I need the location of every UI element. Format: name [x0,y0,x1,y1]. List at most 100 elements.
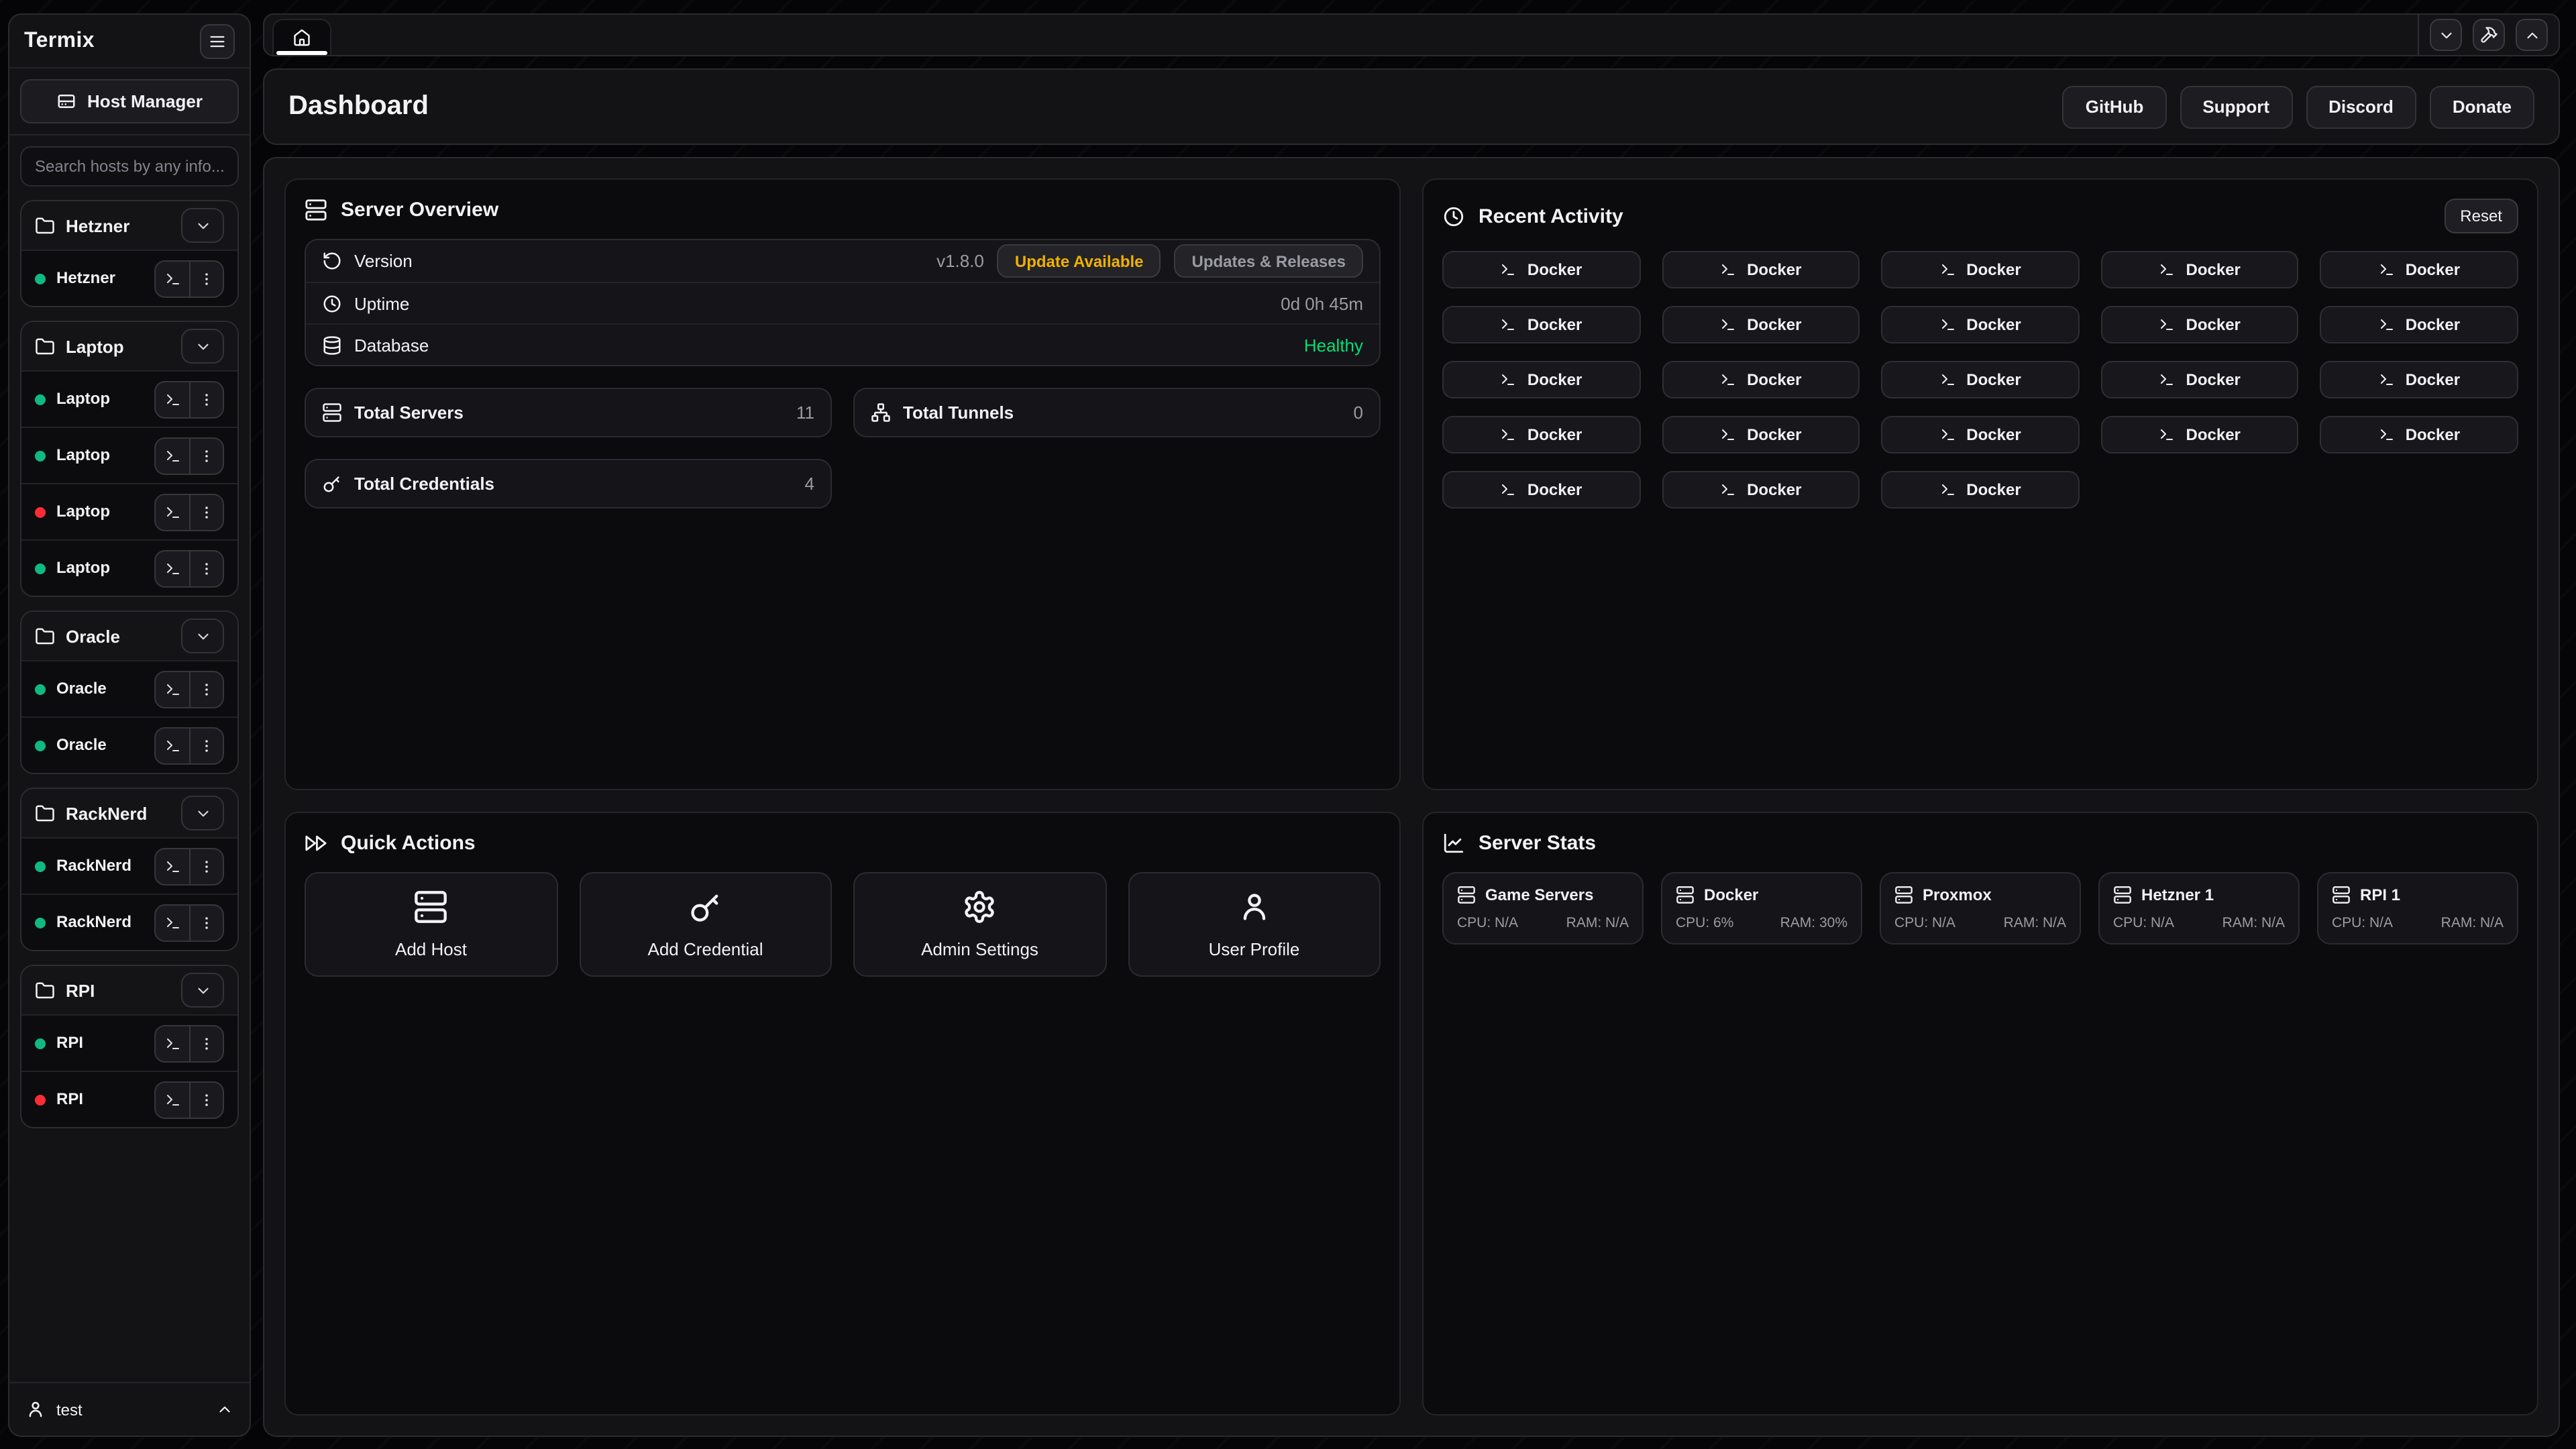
sidebar-menu-button[interactable] [200,23,235,58]
activity-item-button[interactable]: Docker [1662,251,1860,288]
folder-header[interactable]: Laptop [21,322,237,370]
donate-button[interactable]: Donate [2430,85,2534,128]
updates-releases-button[interactable]: Updates & Releases [1175,244,1363,278]
discord-button[interactable]: Discord [2306,85,2416,128]
host-menu-button[interactable] [189,849,223,883]
add-host-button[interactable]: Add Host [305,872,557,977]
uptime-row: Uptime 0d 0h 45m [306,282,1379,323]
quick-actions-grid: Add Host Add Credential Admin Settings U… [305,872,1381,977]
folder-collapse-button[interactable] [181,208,224,243]
terminal-icon [164,914,180,930]
total-tunnels-label: Total Tunnels [903,402,1342,423]
folder-header[interactable]: Oracle [21,612,237,660]
tab-home[interactable] [272,19,331,55]
terminal-icon [164,560,180,576]
activity-item-button[interactable]: Docker [1442,251,1640,288]
folder-collapse-button[interactable] [181,329,224,364]
chevron-down-icon [194,337,211,355]
activity-item-button[interactable]: Docker [2320,306,2518,343]
activity-item-button[interactable]: Docker [2101,306,2299,343]
host-terminal-button[interactable] [156,728,189,763]
user-profile-button[interactable]: User Profile [1128,872,1381,977]
terminal-icon [164,270,180,286]
host-row[interactable]: Laptop [21,427,237,483]
host-menu-button[interactable] [189,382,223,417]
server-stat-tile: Docker CPU: 6% RAM: 30% [1661,872,1862,945]
host-terminal-button[interactable] [156,1082,189,1117]
host-terminal-button[interactable] [156,261,189,296]
host-row[interactable]: RPI [21,1014,237,1071]
database-status: Healthy [1304,335,1363,355]
host-terminal-button[interactable] [156,1026,189,1061]
activity-item-button[interactable]: Docker [2101,416,2299,453]
tools-button[interactable] [2473,19,2505,51]
host-manager-button[interactable]: Host Manager [20,79,239,123]
host-menu-button[interactable] [189,1082,223,1117]
host-row[interactable]: Laptop [21,370,237,427]
host-terminal-button[interactable] [156,905,189,940]
add-credential-button[interactable]: Add Credential [579,872,832,977]
activity-item-button[interactable]: Docker [1662,471,1860,508]
tab-scroll-down-button[interactable] [2430,19,2462,51]
activity-item-button[interactable]: Docker [1662,416,1860,453]
host-menu-button[interactable] [189,551,223,586]
activity-item-button[interactable]: Docker [2320,251,2518,288]
host-row[interactable]: RackNerd [21,894,237,950]
host-search-input[interactable] [20,146,239,186]
activity-item-button[interactable]: Docker [1442,306,1640,343]
activity-item-button[interactable]: Docker [1662,306,1860,343]
host-terminal-button[interactable] [156,551,189,586]
server-stat-tile: Game Servers CPU: N/A RAM: N/A [1442,872,1644,945]
activity-item-button[interactable]: Docker [2101,251,2299,288]
host-row[interactable]: RackNerd [21,837,237,894]
folder-collapse-button[interactable] [181,619,224,653]
terminal-icon [2379,372,2395,388]
host-row[interactable]: Oracle [21,716,237,773]
host-row[interactable]: Laptop [21,483,237,539]
host-menu-button[interactable] [189,438,223,473]
host-terminal-button[interactable] [156,672,189,706]
activity-item-button[interactable]: Docker [1881,361,2079,398]
terminal-icon [1501,482,1517,498]
activity-item-button[interactable]: Docker [1881,416,2079,453]
host-terminal-button[interactable] [156,494,189,529]
activity-item-button[interactable]: Docker [1881,306,2079,343]
host-menu-button[interactable] [189,1026,223,1061]
activity-item-button[interactable]: Docker [1442,471,1640,508]
admin-settings-button[interactable]: Admin Settings [853,872,1106,977]
activity-item-button[interactable]: Docker [1442,361,1640,398]
host-terminal-button[interactable] [156,849,189,883]
host-row[interactable]: Laptop [21,539,237,596]
host-terminal-button[interactable] [156,382,189,417]
host-menu-button[interactable] [189,261,223,296]
activity-item-button[interactable]: Docker [1881,471,2079,508]
support-button[interactable]: Support [2180,85,2292,128]
host-row[interactable]: Oracle [21,660,237,716]
activity-item-button[interactable]: Docker [2101,361,2299,398]
folder-header[interactable]: Hetzner [21,201,237,250]
folder-header[interactable]: RackNerd [21,789,237,837]
folder-header[interactable]: RPI [21,966,237,1014]
host-menu-button[interactable] [189,905,223,940]
host-menu-button[interactable] [189,494,223,529]
update-available-button[interactable]: Update Available [998,244,1161,278]
activity-item-button[interactable]: Docker [2320,361,2518,398]
activity-item-button[interactable]: Docker [1662,361,1860,398]
tab-scroll-up-button[interactable] [2516,19,2548,51]
user-menu[interactable]: test [9,1382,250,1436]
folder-collapse-button[interactable] [181,973,224,1008]
github-button[interactable]: GitHub [2063,85,2167,128]
folder-hosts: Laptop [21,370,237,596]
host-terminal-button[interactable] [156,438,189,473]
activity-item-label: Docker [2406,370,2460,389]
host-row[interactable]: RPI [21,1071,237,1127]
activity-item-button[interactable]: Docker [2320,416,2518,453]
host-row[interactable]: Hetzner [21,250,237,306]
server-stats-grid: Game Servers CPU: N/A RAM: N/A Docker [1442,872,2518,945]
activity-item-button[interactable]: Docker [1881,251,2079,288]
activity-item-button[interactable]: Docker [1442,416,1640,453]
folder-collapse-button[interactable] [181,796,224,830]
host-menu-button[interactable] [189,672,223,706]
reset-button[interactable]: Reset [2444,199,2518,233]
host-menu-button[interactable] [189,728,223,763]
